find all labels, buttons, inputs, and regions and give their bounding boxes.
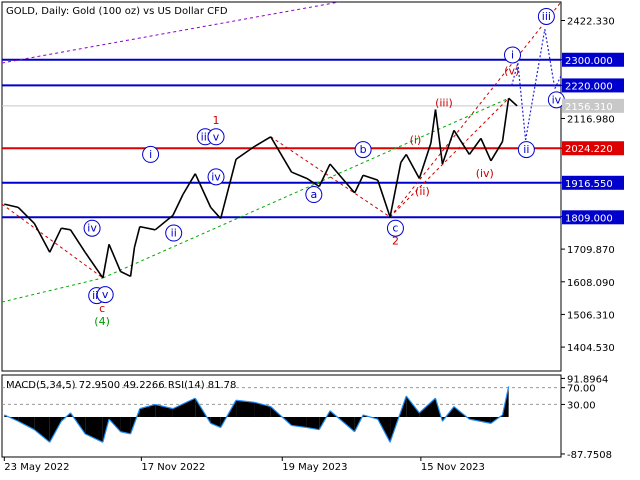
wave-label: v (102, 288, 109, 301)
price-line-labels: 2300.000 2220.000 2024.220 1916.550 1809.000… (562, 52, 624, 225)
wave-label: (4) (94, 315, 110, 328)
price-line-label: 1916.550 (565, 179, 613, 190)
macd-label: MACD(5,34,5) 72.9500 49.2266 RSI(14) 81.… (6, 380, 236, 391)
price-tick-label: 1709.870 (567, 245, 615, 256)
time-axis: 23 May 2022 17 Nov 2022 19 May 2023 15 Nov … (3, 457, 485, 473)
current-price-label: 2156.310 (565, 102, 613, 113)
macd-axis: 91.896470.0030.00-87.7508 (561, 374, 612, 461)
time-tick-label: 23 May 2022 (4, 462, 69, 473)
wave-label: (v) (504, 64, 519, 77)
price-line-label: 2220.000 (565, 81, 613, 92)
price-line-label: 1809.000 (565, 213, 613, 224)
time-tick-label: 17 Nov 2022 (141, 462, 205, 473)
wave-label: i (149, 148, 152, 161)
chart-title: GOLD, Daily: Gold (100 oz) vs US Dollar … (6, 6, 228, 17)
wave-label: c (99, 302, 105, 315)
price-tick-label: 2422.330 (567, 17, 615, 28)
macd-pane: MACD(5,34,5) 72.9500 49.2266 RSI(14) 81.… (1, 374, 562, 458)
wave-label: (iv) (476, 167, 494, 180)
time-tick-label: 15 Nov 2023 (421, 462, 485, 473)
wave-label: i (511, 48, 514, 61)
main-plot-frame (1, 1, 562, 372)
macd-tick-label: -87.7508 (567, 450, 612, 461)
wave-label: v (213, 130, 220, 143)
macd-tick-label: 30.00 (567, 400, 596, 411)
price-tick-label: 1506.310 (567, 310, 615, 321)
price-tick-label: 2116.980 (567, 114, 615, 125)
wave-label: iv (552, 93, 562, 106)
wave-label: b (360, 143, 367, 156)
wave-label: (ii) (415, 185, 430, 198)
macd-area (120, 417, 131, 434)
gold-daily-chart: (4)ciii viviiiiii viv1abc2(i)(ii)(iii)(iv)… (1, 1, 624, 473)
wave-label: iii (542, 10, 551, 23)
wave-label: 2 (392, 235, 399, 248)
wave-label: a (310, 188, 317, 201)
price-line-label: 2024.220 (565, 144, 613, 155)
price-line-label: 2300.000 (565, 56, 613, 67)
wave-label: iv (87, 222, 97, 235)
wave-label: (i) (410, 133, 422, 146)
wave-label: 1 (213, 114, 220, 127)
wave-label: ii (171, 227, 177, 240)
wave-label: (iii) (435, 97, 453, 110)
main-pane: (4)ciii viviiiiii viv1abc2(i)(ii)(iii)(iv)… (1, 1, 565, 372)
price-tick-label: 1404.530 (567, 343, 615, 354)
time-tick-label: 19 May 2023 (282, 462, 347, 473)
wave-label: iv (211, 170, 221, 183)
macd-area (236, 400, 255, 418)
macd-tick-label: 70.00 (567, 384, 596, 395)
wave-label: ii (523, 143, 529, 156)
price-tick-label: 1608.090 (567, 278, 615, 289)
wave-label: c (392, 222, 398, 235)
